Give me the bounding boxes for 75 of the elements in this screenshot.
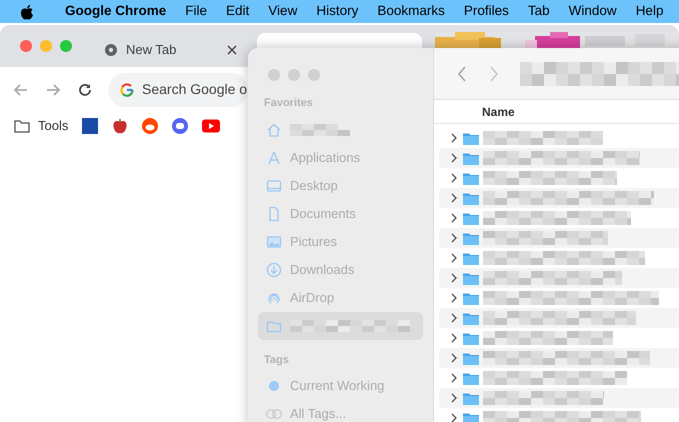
folder-icon bbox=[463, 292, 479, 304]
folder-icon bbox=[463, 252, 479, 264]
disclosure-icon[interactable] bbox=[449, 173, 459, 183]
circle-logo-icon bbox=[104, 43, 118, 57]
minimize-window-button[interactable] bbox=[40, 40, 52, 52]
close-window-button[interactable] bbox=[20, 40, 32, 52]
forward-icon[interactable] bbox=[488, 64, 500, 83]
disclosure-icon[interactable] bbox=[449, 393, 459, 403]
bookmark-icon[interactable] bbox=[142, 118, 158, 134]
menu-item[interactable]: File bbox=[185, 1, 208, 22]
folder-icon bbox=[463, 132, 479, 144]
bookmark-icon[interactable] bbox=[202, 119, 220, 133]
folder-icon bbox=[463, 392, 479, 404]
disclosure-icon[interactable] bbox=[449, 273, 459, 283]
folder-icon bbox=[14, 119, 30, 133]
disclosure-icon[interactable] bbox=[449, 353, 459, 363]
bookmark-icon[interactable] bbox=[172, 118, 188, 134]
disclosure-icon[interactable] bbox=[449, 213, 459, 223]
app-store-icon bbox=[266, 150, 282, 166]
folder-icon bbox=[463, 152, 479, 164]
zoom-window-button[interactable] bbox=[308, 69, 320, 81]
back-icon[interactable] bbox=[456, 64, 468, 83]
home-icon bbox=[266, 122, 282, 138]
menu-item[interactable]: Window bbox=[568, 1, 617, 22]
disclosure-icon[interactable] bbox=[449, 413, 459, 422]
address-bar[interactable]: Search Google o bbox=[108, 72, 248, 106]
disclosure-icon[interactable] bbox=[449, 233, 459, 243]
bookmark-icon[interactable] bbox=[112, 118, 128, 134]
tags-icon bbox=[266, 409, 282, 419]
disclosure-icon[interactable] bbox=[449, 293, 459, 303]
app-menu[interactable]: Google Chrome bbox=[65, 1, 166, 22]
download-icon bbox=[266, 262, 282, 278]
menu-item[interactable]: Edit bbox=[226, 1, 250, 22]
folder-icon bbox=[463, 332, 479, 344]
tab-title: New Tab bbox=[126, 41, 178, 60]
menu-item[interactable]: Profiles bbox=[464, 1, 509, 22]
menu-item[interactable]: Help bbox=[636, 1, 664, 22]
disclosure-icon[interactable] bbox=[449, 333, 459, 343]
sidebar-item[interactable] bbox=[258, 312, 423, 340]
apple-logo-icon[interactable] bbox=[20, 4, 34, 20]
folder-icon bbox=[463, 232, 479, 244]
zoom-window-button[interactable] bbox=[60, 40, 72, 52]
disclosure-icon[interactable] bbox=[449, 313, 459, 323]
browser-tab[interactable]: New Tab bbox=[92, 33, 247, 67]
section-header: Tags bbox=[263, 352, 290, 368]
disclosure-icon[interactable] bbox=[449, 253, 459, 263]
desktop-icon bbox=[266, 178, 282, 194]
menu-item[interactable]: History bbox=[316, 1, 358, 22]
folder-icon bbox=[463, 312, 479, 324]
menu-item[interactable]: View bbox=[268, 1, 298, 22]
close-icon[interactable] bbox=[227, 45, 237, 55]
folder-icon bbox=[463, 272, 479, 284]
folder-icon bbox=[463, 172, 479, 184]
disclosure-icon[interactable] bbox=[449, 153, 459, 163]
bookmark-icon[interactable] bbox=[82, 118, 98, 134]
folder-icon bbox=[463, 212, 479, 224]
disclosure-icon[interactable] bbox=[449, 373, 459, 383]
folder-icon bbox=[463, 412, 479, 422]
section-header: Favorites bbox=[263, 96, 314, 111]
folder-icon bbox=[463, 372, 479, 384]
picture-icon bbox=[266, 234, 282, 250]
menu-item[interactable]: Bookmarks bbox=[377, 1, 445, 22]
close-window-button[interactable] bbox=[268, 69, 280, 81]
browser-tab[interactable] bbox=[257, 33, 422, 48]
folder-icon bbox=[463, 352, 479, 364]
google-g-icon bbox=[120, 82, 134, 96]
minimize-window-button[interactable] bbox=[288, 69, 300, 81]
blurred-text bbox=[290, 124, 350, 136]
column-header[interactable]: Name bbox=[482, 102, 515, 121]
disclosure-icon[interactable] bbox=[449, 133, 459, 143]
disclosure-icon[interactable] bbox=[449, 193, 459, 203]
menu-item[interactable]: Tab bbox=[528, 1, 550, 22]
folder-icon bbox=[463, 192, 479, 204]
bookmark-folder[interactable]: Tools bbox=[14, 115, 68, 137]
search-placeholder: Search Google o bbox=[142, 80, 248, 99]
